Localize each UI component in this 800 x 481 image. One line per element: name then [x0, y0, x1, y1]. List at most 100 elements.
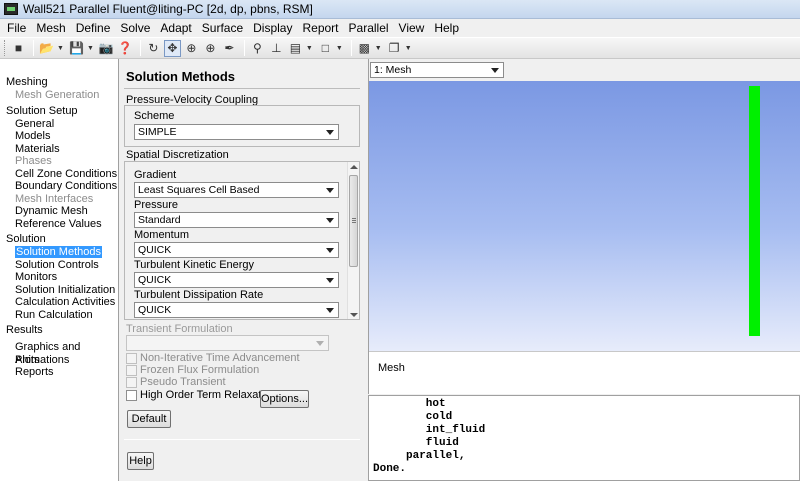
scheme-value: SIMPLE — [138, 126, 177, 138]
menu-display[interactable]: Display — [248, 21, 297, 35]
console-line: int_fluid — [373, 424, 486, 436]
panel-divider — [124, 439, 360, 440]
checkbox-label: Pseudo Transient — [140, 376, 226, 388]
save-icon[interactable]: 💾 — [68, 40, 85, 57]
navigation-pane: Meshing Mesh Generation Solution Setup G… — [0, 59, 119, 481]
menu-report[interactable]: Report — [297, 21, 343, 35]
nav-item-run-calculation[interactable]: Run Calculation — [0, 309, 118, 322]
checkbox-label: Frozen Flux Formulation — [140, 364, 260, 376]
window-layout-dropdown-icon[interactable]: ▼ — [336, 45, 343, 52]
turbulent-kinetic-energy-label: Turbulent Kinetic Energy — [134, 259, 255, 271]
nav-item-reference-values[interactable]: Reference Values — [0, 218, 118, 231]
frozen-flux-formulation-checkbox: Frozen Flux Formulation — [126, 364, 259, 376]
toolbar-grip[interactable] — [4, 40, 7, 56]
viewport-caption: Mesh — [369, 351, 800, 394]
momentum-select[interactable]: QUICK — [134, 242, 339, 258]
title-bar: Wall521 Parallel Fluent@liting-PC [2d, d… — [0, 0, 800, 19]
nav-item-graphics-and-animations[interactable]: Graphics and Animations — [0, 341, 118, 366]
gradient-select[interactable]: Least Squares Cell Based — [134, 182, 339, 198]
nav-section-meshing[interactable]: Meshing — [0, 76, 118, 89]
help-button[interactable]: Help — [127, 452, 154, 470]
menu-file[interactable]: File — [2, 21, 31, 35]
nav-item-solution-controls[interactable]: Solution Controls — [0, 259, 118, 272]
console[interactable]: hot cold int_fluid fluid parallel, Done. — [368, 395, 800, 481]
menu-view[interactable]: View — [394, 21, 430, 35]
checkbox-box[interactable] — [126, 389, 137, 401]
spatial-discretization-group: Gradient Least Squares Cell Based Pressu… — [124, 161, 360, 320]
menu-surface[interactable]: Surface — [197, 21, 248, 35]
nav-item-monitors[interactable]: Monitors — [0, 271, 118, 284]
nav-item-label: Cell Zone Conditions — [15, 167, 118, 180]
open-folder-icon[interactable]: 📂 — [38, 40, 55, 57]
scrollbar-thumb[interactable] — [349, 175, 358, 267]
menu-parallel[interactable]: Parallel — [344, 21, 394, 35]
nav-item-label: Solution Controls — [15, 258, 99, 271]
nav-section-solution[interactable]: Solution — [0, 233, 118, 246]
high-order-term-relaxation-checkbox[interactable]: High Order Term Relaxation — [126, 389, 276, 401]
checkbox-box — [126, 352, 137, 364]
nav-section-solution-setup[interactable]: Solution Setup — [0, 105, 118, 118]
nav-item-general[interactable]: General — [0, 118, 118, 131]
nav-item-phases: Phases — [0, 155, 118, 168]
window-title: Wall521 Parallel Fluent@liting-PC [2d, d… — [23, 2, 313, 16]
cube-icon[interactable]: ❐ — [386, 40, 403, 57]
open-dropdown-icon[interactable]: ▼ — [57, 45, 64, 52]
graphics-window: 1: Mesh Mesh — [368, 59, 800, 394]
scroll-down-icon[interactable] — [350, 313, 358, 317]
zoom-in-icon[interactable]: ⊕ — [202, 40, 219, 57]
nav-item-materials[interactable]: Materials — [0, 143, 118, 156]
pressure-label: Pressure — [134, 199, 179, 211]
default-button[interactable]: Default — [127, 410, 171, 428]
options-button[interactable]: Options... — [260, 390, 309, 408]
nav-item-reports[interactable]: Reports — [0, 366, 118, 379]
nav-item-solution-methods[interactable]: Solution Methods — [0, 246, 118, 259]
scheme-select[interactable]: SIMPLE — [134, 124, 339, 140]
nav-item-solution-initialization[interactable]: Solution Initialization — [0, 284, 118, 297]
view-layout-icon[interactable]: ▤ — [287, 40, 304, 57]
snapshot-icon[interactable]: 📷 — [98, 40, 115, 57]
save-dropdown-icon[interactable]: ▼ — [87, 45, 94, 52]
nav-item-models[interactable]: Models — [0, 130, 118, 143]
stop-icon[interactable]: ■ — [10, 40, 27, 57]
menu-adapt[interactable]: Adapt — [155, 21, 196, 35]
pressure-select[interactable]: Standard — [134, 212, 339, 228]
nav-item-cell-zone-conditions[interactable]: Cell Zone Conditions — [0, 168, 118, 181]
grip-line — [352, 222, 356, 223]
nav-item-boundary-conditions[interactable]: Boundary Conditions — [0, 180, 118, 193]
window-layout-icon[interactable]: □ — [317, 40, 334, 57]
spatial-scrollbar[interactable] — [347, 162, 359, 319]
menu-define[interactable]: Define — [71, 21, 116, 35]
cube-dropdown-icon[interactable]: ▼ — [405, 45, 412, 52]
graphics-window-select[interactable]: 1: Mesh — [370, 62, 504, 78]
checkbox-box — [126, 376, 137, 388]
grip-line — [352, 218, 356, 219]
display-options-dropdown-icon[interactable]: ▼ — [375, 45, 382, 52]
rotate-icon[interactable]: ↻ — [145, 40, 162, 57]
zoom-icon[interactable]: ⊕ — [183, 40, 200, 57]
axes-icon[interactable]: ⊥ — [268, 40, 285, 57]
help-icon[interactable]: ❓ — [117, 40, 134, 57]
translate-icon[interactable]: ✥ — [163, 39, 181, 57]
scroll-up-icon[interactable] — [350, 165, 358, 169]
turbulent-dissipation-rate-select[interactable]: QUICK — [134, 302, 339, 318]
menu-mesh[interactable]: Mesh — [31, 21, 70, 35]
fit-to-window-icon[interactable]: ⚲ — [249, 40, 266, 57]
nav-section-results[interactable]: Results — [0, 324, 118, 337]
nav-item-label: Mesh Interfaces — [15, 192, 94, 205]
momentum-value: QUICK — [138, 244, 172, 256]
nav-item-calculation-activities[interactable]: Calculation Activities — [0, 296, 118, 309]
view-layout-dropdown-icon[interactable]: ▼ — [306, 45, 313, 52]
turbulent-kinetic-energy-select[interactable]: QUICK — [134, 272, 339, 288]
pseudo-transient-checkbox: Pseudo Transient — [126, 376, 226, 388]
graphics-viewport[interactable] — [369, 81, 800, 351]
probe-icon[interactable]: ✒ — [221, 40, 238, 57]
nav-item-dynamic-mesh[interactable]: Dynamic Mesh — [0, 205, 118, 218]
checkbox-box — [126, 364, 137, 376]
gradient-value: Least Squares Cell Based — [138, 184, 260, 196]
display-options-icon[interactable]: ▩ — [356, 40, 373, 57]
task-page-solution-methods: Solution Methods Pressure-Velocity Coupl… — [120, 59, 365, 481]
menu-help[interactable]: Help — [429, 21, 464, 35]
menu-solve[interactable]: Solve — [115, 21, 155, 35]
turbulent-dissipation-rate-label: Turbulent Dissipation Rate — [134, 289, 264, 301]
checkbox-label: High Order Term Relaxation — [140, 389, 277, 401]
